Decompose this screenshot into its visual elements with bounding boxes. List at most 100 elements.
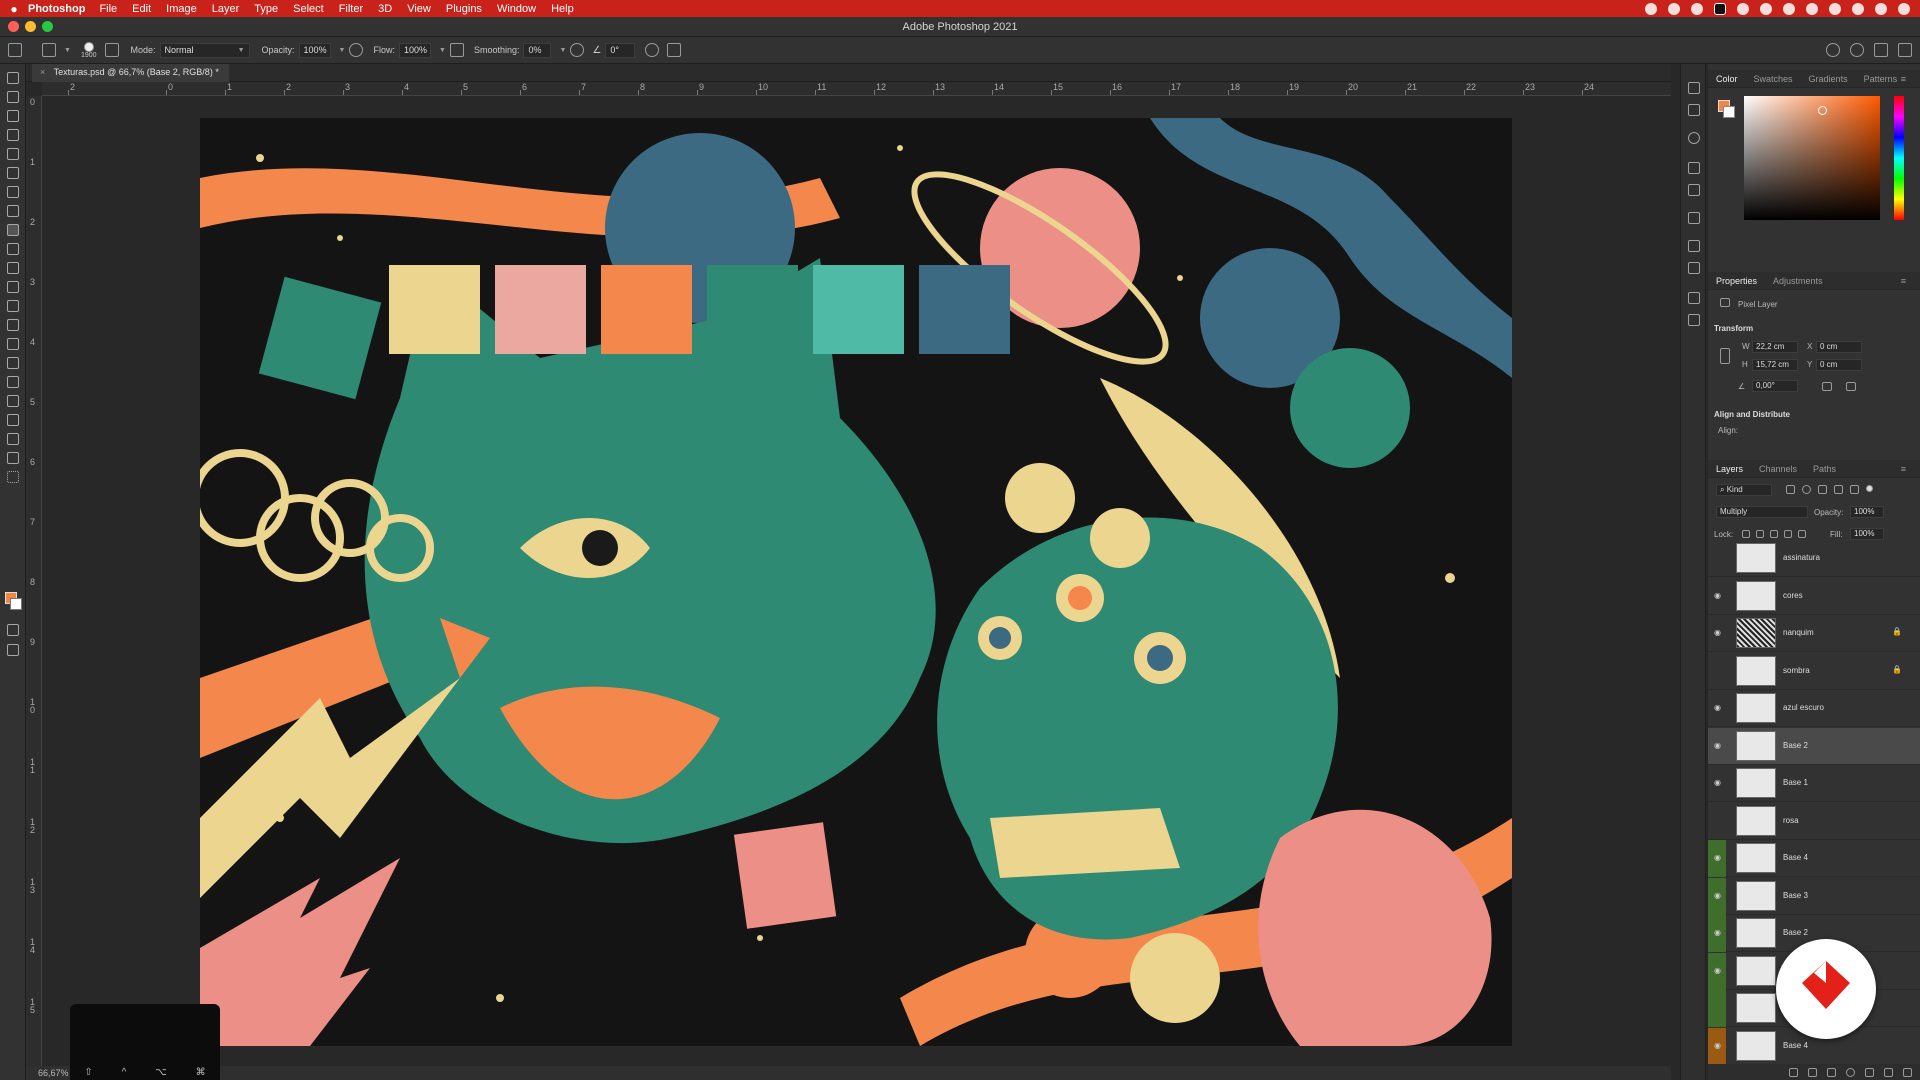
canvas-area[interactable] — [42, 96, 1671, 1066]
magic-wand-tool-icon[interactable] — [7, 129, 19, 141]
zoom-tool-icon[interactable] — [7, 452, 19, 464]
share-icon[interactable] — [1898, 43, 1912, 57]
flow-field[interactable]: 100% — [399, 42, 431, 58]
control-center-icon[interactable] — [1875, 2, 1887, 15]
actions-play-icon[interactable] — [1688, 104, 1700, 116]
group-icon[interactable] — [1865, 1067, 1874, 1077]
tab-paths[interactable]: Paths — [1805, 464, 1844, 474]
filter-shape-icon[interactable] — [1834, 485, 1843, 494]
layer-filter-select[interactable]: ⌕ Kind — [1716, 484, 1772, 496]
blend-mode-select[interactable]: Multiply — [1716, 506, 1808, 518]
path-selection-tool-icon[interactable] — [7, 395, 19, 407]
height-field[interactable]: 15,72 cm — [1752, 359, 1798, 371]
layer-name[interactable]: Base 3 — [1783, 891, 1808, 900]
filter-pixel-icon[interactable] — [1786, 485, 1795, 494]
flip-vertical-icon[interactable] — [1846, 382, 1856, 391]
opacity-field[interactable]: 100% — [298, 42, 331, 58]
visibility-eye-icon[interactable]: ◉ — [1714, 778, 1724, 787]
layer-row[interactable]: ◉ Base 3 — [1708, 877, 1920, 915]
layer-row[interactable]: ◉ azul escuro — [1708, 690, 1920, 727]
history-brush-tool-icon[interactable] — [7, 262, 19, 274]
clone-source-icon[interactable] — [1688, 212, 1700, 224]
artwork-canvas[interactable] — [200, 118, 1512, 1046]
color-picker-handle[interactable] — [1818, 106, 1827, 115]
link-layers-icon[interactable] — [1789, 1067, 1798, 1077]
layer-name[interactable]: assinatura — [1783, 553, 1820, 562]
color-field[interactable] — [1744, 96, 1880, 220]
link-icon[interactable] — [1720, 348, 1730, 364]
layer-thumbnail[interactable] — [1736, 880, 1776, 911]
layer-thumbnail[interactable] — [1736, 543, 1776, 573]
new-layer-icon[interactable] — [1884, 1067, 1893, 1077]
layer-row[interactable]: sombra 🔒 — [1708, 653, 1920, 690]
shift-key[interactable]: ⇧ — [84, 1067, 92, 1078]
visibility-eye-icon[interactable]: ◉ — [1714, 1041, 1724, 1050]
layer-thumbnail[interactable] — [1736, 843, 1776, 873]
dropbox-icon[interactable] — [1691, 2, 1703, 15]
menu-filter[interactable]: Filter — [339, 3, 363, 15]
smoothing-field[interactable]: 0% — [523, 42, 552, 58]
quick-mask-icon[interactable] — [7, 624, 19, 636]
flip-horizontal-icon[interactable] — [1822, 382, 1832, 391]
blur-tool-icon[interactable] — [7, 319, 19, 331]
layer-name[interactable]: Base 4 — [1783, 853, 1808, 862]
layer-thumbnail[interactable] — [1736, 768, 1776, 798]
tab-channels[interactable]: Channels — [1751, 464, 1805, 474]
pressure-size-icon[interactable] — [645, 43, 660, 57]
dodge-tool-icon[interactable] — [7, 338, 19, 350]
menu-file[interactable]: File — [99, 3, 117, 15]
brush-preset-icon[interactable] — [83, 41, 94, 52]
menu-select[interactable]: Select — [293, 3, 324, 15]
lock-image-icon[interactable] — [1756, 530, 1764, 538]
panel-menu-icon[interactable]: ≡ — [1893, 276, 1914, 286]
layer-opacity-field[interactable]: 100% — [1850, 506, 1884, 518]
siri-icon[interactable] — [1898, 2, 1910, 15]
visibility-eye-icon[interactable]: ◉ — [1714, 703, 1724, 712]
pressure-opacity-icon[interactable] — [349, 43, 364, 57]
menu-edit[interactable]: Edit — [132, 3, 151, 15]
align-distribute-header[interactable]: Align and Distribute — [1714, 410, 1790, 419]
filter-toggle-icon[interactable] — [1866, 485, 1873, 492]
cloud-icon[interactable] — [1668, 2, 1680, 15]
command-key[interactable]: ⌘ — [196, 1067, 206, 1078]
panel-menu-icon[interactable]: ≡ — [1893, 74, 1914, 84]
play-icon[interactable] — [1760, 2, 1772, 15]
visibility-eye-icon[interactable] — [1714, 1003, 1724, 1011]
search-icon[interactable] — [1850, 43, 1864, 57]
layer-thumbnail[interactable] — [1736, 805, 1776, 836]
wifi-icon[interactable] — [1829, 2, 1841, 15]
visibility-eye-icon[interactable]: ◉ — [1714, 591, 1724, 600]
menu-view[interactable]: View — [407, 3, 431, 15]
layer-row[interactable]: ◉ Base 1 — [1708, 765, 1920, 802]
visibility-eye-icon[interactable]: ◉ — [1714, 853, 1724, 862]
gear-icon[interactable] — [570, 43, 585, 57]
command-icon[interactable] — [1714, 2, 1726, 15]
healing-tool-icon[interactable] — [7, 205, 19, 217]
layer-name[interactable]: Base 2 — [1783, 928, 1808, 937]
more-tools-icon[interactable] — [7, 471, 19, 483]
visibility-eye-icon[interactable] — [1714, 666, 1724, 674]
crop-tool-icon[interactable] — [7, 148, 19, 160]
tab-gradients[interactable]: Gradients — [1801, 74, 1856, 84]
menu-3d[interactable]: 3D — [378, 3, 392, 15]
layer-name[interactable]: azul escuro — [1783, 703, 1824, 712]
horizontal-ruler[interactable]: 2 0 1 2 3 4 5 6 7 8 9 10 11 12 13 14 15 16 17 18 19 20 21 22 23 2… — [42, 82, 1671, 96]
menu-layer[interactable]: Layer — [212, 3, 240, 15]
adjustment-layer-icon[interactable] — [1846, 1067, 1855, 1077]
eyedropper-tool-icon[interactable] — [7, 186, 19, 198]
mask-icon[interactable] — [1827, 1067, 1836, 1077]
zoom-level[interactable]: 66,67% — [38, 1068, 69, 1078]
layer-row[interactable]: ◉ cores — [1708, 578, 1920, 615]
frame-tool-icon[interactable] — [7, 167, 19, 179]
layer-row[interactable]: assinatura — [1708, 540, 1920, 577]
visibility-eye-icon[interactable]: ◉ — [1714, 891, 1724, 900]
glyphs-icon[interactable] — [1688, 314, 1700, 326]
panel-menu-icon[interactable]: ≡ — [1893, 464, 1914, 474]
symmetry-icon[interactable] — [667, 43, 682, 57]
visibility-eye-icon[interactable]: ◉ — [1714, 966, 1724, 975]
layer-thumbnail[interactable] — [1736, 693, 1776, 723]
control-key[interactable]: ^ — [122, 1067, 127, 1078]
marquee-tool-icon[interactable] — [7, 91, 19, 103]
width-field[interactable]: 22,2 cm — [1752, 341, 1798, 353]
visibility-eye-icon[interactable]: ◉ — [1714, 928, 1724, 937]
